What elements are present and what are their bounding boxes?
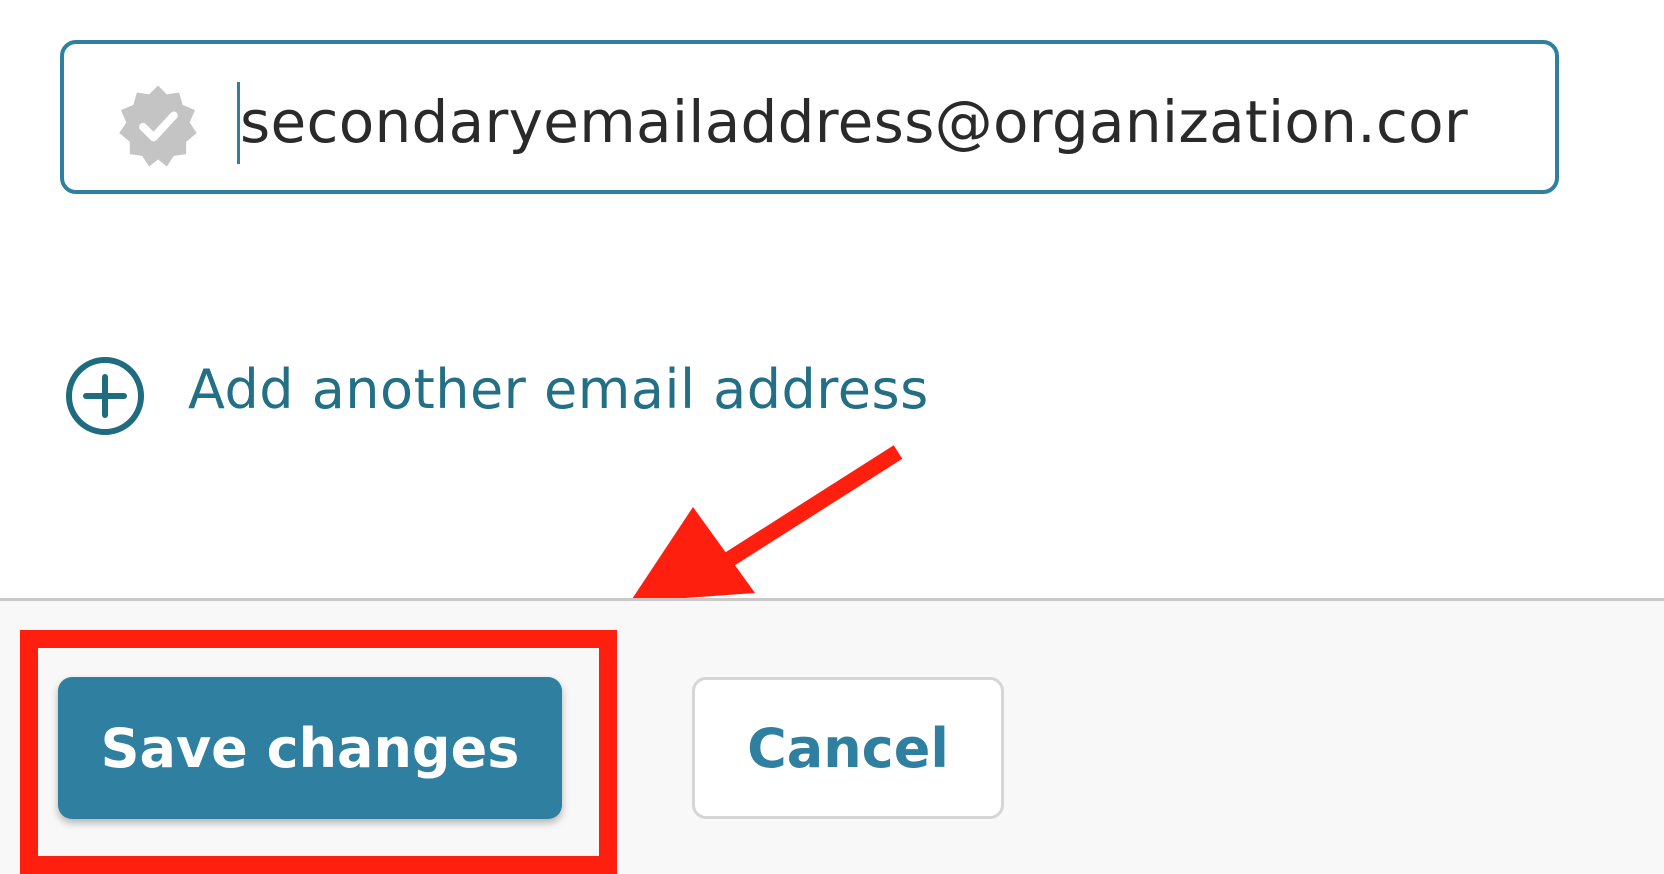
email-field[interactable]: secondaryemailaddress@organization.cor xyxy=(60,40,1559,194)
email-field-value[interactable]: secondaryemailaddress@organization.cor xyxy=(240,74,1468,170)
form-footer: Save changes Cancel xyxy=(0,598,1664,874)
verified-badge-icon xyxy=(114,82,202,170)
cancel-button[interactable]: Cancel xyxy=(692,677,1004,819)
red-arrow-icon xyxy=(630,430,910,610)
plus-circle-icon[interactable] xyxy=(64,355,146,437)
add-email-label[interactable]: Add another email address xyxy=(188,358,929,421)
save-changes-button[interactable]: Save changes xyxy=(58,677,562,819)
email-settings-page: secondaryemailaddress@organization.cor A… xyxy=(0,0,1664,874)
add-email-link[interactable]: Add another email address xyxy=(64,348,929,435)
